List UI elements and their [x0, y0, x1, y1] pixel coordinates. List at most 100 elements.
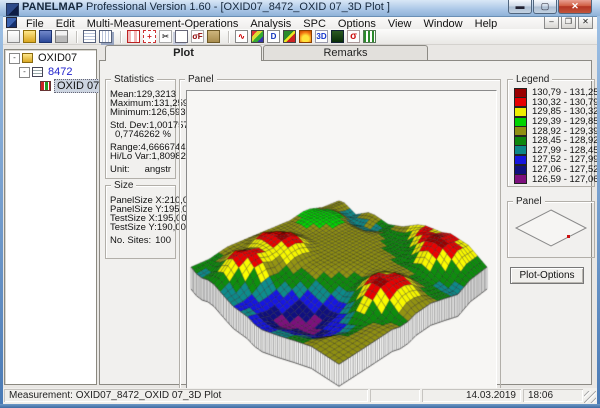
open-icon[interactable]: [23, 30, 36, 43]
maximize-button[interactable]: ▢: [533, 0, 557, 14]
legend-label: 126,59 - 127,06: [532, 173, 599, 185]
plot-panel-group-title: Panel: [185, 74, 217, 85]
tree-item-oxid07[interactable]: OXID 07: [5, 79, 103, 93]
menu-item-window[interactable]: Window: [418, 18, 469, 30]
client-area: - OXID07-8472 OXID 07 Plot Remarks Statist…: [3, 45, 599, 400]
save-icon[interactable]: [39, 30, 52, 43]
density-plot-icon[interactable]: [331, 30, 344, 43]
legend-group: Legend 130,79 - 131,25 130,32 - 130,79 129…: [507, 74, 599, 187]
tree-item-oxid07[interactable]: - OXID07: [5, 52, 96, 64]
status-date: 14.03.2019: [422, 389, 521, 402]
panel-grid-icon[interactable]: [83, 30, 96, 43]
window-title-rest: Professional Version 1.60 - [OXID07_8472…: [82, 1, 390, 13]
plot-3d-icon[interactable]: 3D: [315, 30, 328, 43]
size-group: Size PanelSize X:210,00 mmPanelSize Y:19…: [105, 180, 212, 259]
edit-grid-icon[interactable]: [127, 30, 140, 43]
size-group-title: Size: [111, 180, 137, 191]
size-value: 100: [155, 235, 171, 246]
tree-item-label: OXID07: [38, 52, 78, 64]
stat-label: Unit:: [110, 164, 130, 175]
print-icon[interactable]: [55, 30, 68, 43]
title-bar[interactable]: PANELMAP Professional Version 1.60 - [OX…: [0, 0, 600, 17]
application-window: PANELMAP Professional Version 1.60 - [OX…: [0, 0, 600, 408]
legend-group-title: Legend: [513, 74, 553, 85]
legend-swatch: [514, 106, 527, 117]
menu-item-multi-measurement-operations[interactable]: Multi-Measurement-Operations: [81, 18, 245, 30]
color-map-icon[interactable]: [251, 30, 264, 43]
tab-plot[interactable]: Plot: [105, 45, 262, 61]
statistics-group-title: Statistics: [111, 74, 158, 85]
menu-item-analysis[interactable]: Analysis: [244, 18, 297, 30]
legend-swatch: [514, 87, 527, 98]
window-title: PANELMAP Professional Version 1.60 - [OX…: [22, 1, 390, 13]
stat-label: Hi/Lo Var:: [110, 151, 152, 162]
size-row: TestSize Y: 190,00 mm: [106, 223, 204, 233]
panel-grid-add-icon[interactable]: [99, 30, 112, 43]
cut-icon[interactable]: ✂: [159, 30, 172, 43]
stat-row: Hi/Lo Var: 1,8098211 %: [106, 151, 207, 162]
menu-item-view[interactable]: View: [382, 18, 418, 30]
menu-item-edit[interactable]: Edit: [50, 18, 81, 30]
sigma-chart-icon[interactable]: σ: [347, 30, 360, 43]
tab-page-plot: Statistics Mean: 129,3213 Maximum: 131,2597…: [99, 60, 599, 400]
panel-map-icon[interactable]: [283, 30, 296, 43]
new-icon[interactable]: [7, 30, 20, 43]
menu-item-file[interactable]: File: [20, 18, 50, 30]
panel-preview-group-title: Panel: [513, 196, 545, 207]
plot-panel-group: Panel: [179, 74, 501, 400]
tab-remarks[interactable]: Remarks: [263, 45, 428, 60]
tree-item-8472[interactable]: - 8472: [5, 66, 96, 78]
status-measurement: Measurement: OXID07_8472_OXID 07_3D Plot: [4, 389, 368, 402]
statistics-group: Statistics Mean: 129,3213 Maximum: 131,2597…: [105, 74, 207, 179]
tree-expand-toggle[interactable]: -: [19, 66, 30, 78]
status-time: 18:06: [523, 389, 583, 402]
tree-item-label: 8472: [48, 66, 73, 78]
legend-swatch: [514, 97, 527, 108]
tree-expand-toggle[interactable]: -: [9, 52, 20, 64]
toolbar-separator: [228, 30, 230, 43]
toolbar-separator: [76, 30, 78, 43]
legend-swatch: [514, 174, 527, 185]
window-border-left: [0, 16, 3, 404]
legend-swatch: [514, 135, 527, 146]
mdi-close-button[interactable]: ✕: [578, 16, 593, 29]
menu-item-spc[interactable]: SPC: [297, 18, 332, 30]
add-points-icon[interactable]: +: [143, 30, 156, 43]
app-icon: [6, 3, 19, 16]
resize-grip[interactable]: [584, 391, 596, 403]
size-label: No. Sites:: [110, 235, 152, 246]
plot-area: [186, 90, 497, 396]
stat-value: angstr: [144, 164, 171, 175]
mdi-minimize-button[interactable]: –: [544, 16, 559, 29]
mdi-child-icon[interactable]: [6, 17, 17, 28]
paste-icon[interactable]: [207, 30, 220, 43]
flame-icon[interactable]: [299, 30, 312, 43]
line-chart-icon[interactable]: ∿: [235, 30, 248, 43]
menu-bar: File Edit Multi-Measurement-Operations Anal…: [3, 16, 597, 30]
histogram-icon[interactable]: [363, 30, 376, 43]
copy-icon[interactable]: [175, 30, 188, 43]
mdi-restore-button[interactable]: ❐: [561, 16, 576, 29]
app-name: PANELMAP: [22, 1, 83, 13]
sigma-f-icon[interactable]: σF: [191, 30, 204, 43]
panel-preview-group: Panel: [507, 196, 595, 258]
data-grid-icon[interactable]: D: [267, 30, 280, 43]
legend-swatch: [514, 116, 527, 127]
surface-plot-canvas[interactable]: [187, 91, 496, 395]
menu-item-options[interactable]: Options: [332, 18, 382, 30]
legend-swatch: [514, 164, 527, 175]
close-button[interactable]: ✕: [558, 0, 592, 14]
menu-item-help[interactable]: Help: [469, 18, 504, 30]
legend-swatch: [514, 145, 527, 156]
stat-label: Minimum:: [110, 107, 152, 118]
tab-control: Plot Remarks Statistics Mean: 129,3213 Max…: [99, 45, 599, 400]
minimize-button[interactable]: ▬: [508, 0, 532, 14]
legend-swatch: [514, 126, 527, 137]
legend-row: 126,59 - 127,06: [508, 174, 599, 185]
window-border-bottom: [0, 404, 600, 408]
toolbar-separator: [120, 30, 122, 43]
tree-panel[interactable]: - OXID07-8472 OXID 07: [4, 49, 103, 385]
stat-row: Unit: angstr: [106, 164, 175, 175]
panel-site-dot: [567, 235, 570, 238]
plot-options-button[interactable]: Plot-Options: [510, 267, 584, 284]
